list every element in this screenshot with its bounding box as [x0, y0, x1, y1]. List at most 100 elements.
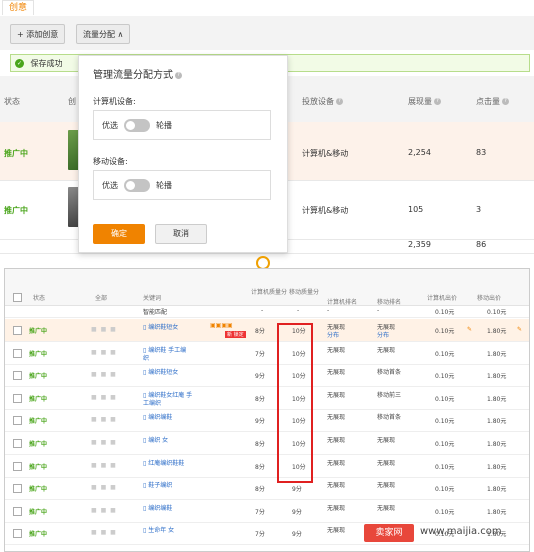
mobile-rank: 无展现: [377, 504, 396, 512]
mobile-allocation-toggle[interactable]: [124, 179, 150, 192]
pc-rank: 无展现: [327, 459, 346, 467]
cancel-button[interactable]: 取消: [155, 224, 207, 244]
header-status[interactable]: 状态: [33, 293, 45, 302]
row-checkbox[interactable]: [13, 326, 22, 335]
mobile-bid[interactable]: 1.80元: [487, 484, 506, 493]
row-checkbox[interactable]: [13, 506, 22, 516]
pc-bid[interactable]: 0.10元: [435, 371, 454, 380]
row-status: 推广中: [4, 149, 28, 158]
keyword-row: 推广中 ■ ■ ■ ▯ 编织鞋女红庵 手工编织 8分 10分 无展现 移动前三 0.10元 1.…: [5, 387, 529, 410]
pc-bid[interactable]: 0.10元: [435, 439, 454, 448]
row-action-icons[interactable]: ▣▣▣▣: [210, 322, 233, 329]
keyword-row: 推广中 ■ ■ ■ ▯ 红庵编织鞋鞋 8分 10分 无展现 无展现 0.10元 1.80元: [5, 455, 529, 478]
pc-bid[interactable]: 0.10元: [435, 326, 454, 335]
row-checkbox[interactable]: [13, 461, 22, 471]
toolbar: + 添加创意 流量分配 ∧: [0, 16, 534, 50]
row-placeholder: ■ ■ ■: [91, 484, 117, 492]
help-icon: ?: [434, 98, 441, 105]
row-device: 计算机&移动: [302, 149, 349, 158]
row-placeholder: ■ ■ ■: [91, 439, 117, 446]
keyword-link[interactable]: ▯ 编织编鞋: [143, 412, 172, 421]
keyword-link[interactable]: ▯ 生命年 女: [143, 525, 174, 534]
row-status: 推广中: [4, 206, 28, 215]
header-all[interactable]: 全部: [95, 293, 107, 302]
watermark-brand: 卖家网: [364, 524, 414, 542]
pc-bid[interactable]: 0.10元: [435, 349, 454, 358]
header-mobile-bid[interactable]: 移动出价: [477, 293, 501, 302]
confirm-button[interactable]: 确定: [93, 224, 145, 244]
mobile-bid[interactable]: 1.80元: [487, 507, 506, 516]
keyword-link[interactable]: ▯ 编织鞋 手工编: [143, 345, 186, 354]
keyword-link-line2[interactable]: 工编织: [143, 398, 161, 407]
pc-allocation-field: 优选 轮播: [93, 110, 271, 140]
pc-allocation-toggle[interactable]: [124, 119, 150, 132]
pc-bid[interactable]: 0.10元: [435, 394, 454, 403]
row-status: 推广中: [29, 418, 48, 426]
row-checkbox[interactable]: [13, 416, 22, 426]
mobile-bid[interactable]: 1.80元: [487, 371, 506, 380]
select-all-checkbox[interactable]: [13, 293, 22, 302]
row-status: 推广中: [29, 373, 48, 381]
tab-creative[interactable]: 创意: [2, 0, 34, 15]
watermark: 卖家网 www.maijia.com: [364, 522, 530, 544]
row-checkbox[interactable]: [13, 393, 22, 403]
row-status: 推广中: [29, 531, 48, 539]
keyword-link-line2[interactable]: 织: [143, 353, 149, 362]
row-placeholder: ■ ■ ■: [91, 416, 117, 424]
pc-score: 9分: [255, 418, 265, 426]
pc-bid[interactable]: 0.10元: [435, 484, 454, 493]
pc-bid[interactable]: 0.10元: [435, 416, 454, 425]
mobile-bid[interactable]: 1.80元: [487, 462, 506, 471]
row-checkbox[interactable]: [13, 371, 22, 381]
mobile-pref-label: 优选: [102, 181, 118, 190]
pc-rank: 无展现: [327, 482, 346, 490]
smart-mobile-bid[interactable]: 0.10元: [487, 307, 506, 316]
keyword-link[interactable]: ▯ 编织鞋短女: [143, 322, 178, 331]
row-checkbox[interactable]: [13, 529, 22, 539]
add-creative-button[interactable]: + 添加创意: [10, 24, 66, 44]
save-success-text: 保存成功: [30, 59, 63, 68]
keyword-link[interactable]: ▯ 编织 女: [143, 435, 168, 444]
mobile-bid[interactable]: 1.80元: [487, 326, 506, 335]
tab-bar: 创意: [0, 0, 534, 17]
row-status: 推广中: [29, 441, 48, 448]
pc-bid[interactable]: 0.10元: [435, 462, 454, 471]
keyword-link[interactable]: ▯ 编织编鞋: [143, 503, 172, 512]
mobile-rank: 无展现: [377, 346, 396, 354]
pc-pref-label: 优选: [102, 121, 118, 130]
keyword-link[interactable]: ▯ 编织鞋短女: [143, 367, 178, 376]
mobile-bid[interactable]: 1.80元: [487, 439, 506, 448]
mobile-bid[interactable]: 1.80元: [487, 394, 506, 403]
smart-pc-bid[interactable]: 0.10元: [435, 307, 454, 316]
row-checkbox[interactable]: [13, 484, 22, 494]
smart-pc-score: -: [261, 307, 264, 314]
mobile-score-highlight-box: [277, 323, 313, 483]
header-pc-bid[interactable]: 计算机出价: [427, 293, 457, 302]
total-clicks: 86: [476, 240, 487, 249]
total-impressions: 2,359: [408, 240, 431, 249]
mobile-rank: 无展现: [377, 437, 396, 444]
smart-mobile-rank: -: [377, 307, 380, 314]
row-checkbox[interactable]: [13, 439, 22, 448]
pc-bid[interactable]: 0.10元: [435, 507, 454, 516]
header-pc-score[interactable]: 计算机质量分: [251, 287, 287, 296]
row-checkbox[interactable]: [13, 348, 22, 358]
header-device: 投放设备?: [302, 96, 343, 107]
mobile-bid[interactable]: 1.80元: [487, 416, 506, 425]
pc-score: 8分: [255, 463, 265, 471]
edit-pc-bid-icon[interactable]: ✎: [467, 326, 472, 333]
edit-mobile-bid-icon[interactable]: ✎: [517, 326, 522, 333]
keyword-row: 推广中 ■ ■ ■ ▯ 编织鞋短女 9分 10分 无展现 移动首条 0.10元 1.80元: [5, 364, 529, 388]
traffic-allocation-button[interactable]: 流量分配 ∧: [76, 24, 131, 44]
keyword-row: 推广中 ■ ■ ■ ▯ 编织鞋短女 8分 10分 无展现 分布 无展现 分布 0.10元 1.80元…: [5, 319, 529, 342]
keyword-link[interactable]: ▯ 红庵编织鞋鞋: [143, 458, 184, 467]
mobile-rank-link[interactable]: 分布: [377, 330, 389, 339]
pc-score: 7分: [255, 531, 265, 539]
mobile-bid[interactable]: 1.80元: [487, 349, 506, 358]
keyword-link[interactable]: ▯ 鞋子编织: [143, 480, 172, 489]
pc-score: 8分: [255, 441, 265, 448]
pc-device-label: 计算机设备:: [93, 97, 136, 106]
keyword-table-header: 状态 全部 关键词 计算机质量分 移动质量分 计算机排名 移动排名 计算机出价 …: [5, 269, 529, 306]
header-mobile-score[interactable]: 移动质量分: [289, 287, 319, 296]
pc-rank-link[interactable]: 分布: [327, 330, 339, 339]
